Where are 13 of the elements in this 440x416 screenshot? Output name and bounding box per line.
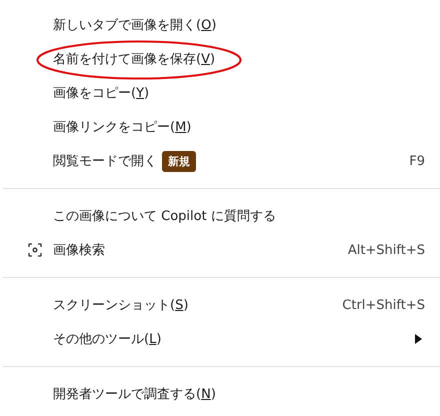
menu-item[interactable]: その他のツール(L): [53, 330, 162, 348]
menu-item[interactable]: スクリーンショット(S): [53, 296, 188, 314]
menu-item[interactable]: この画像について Copilot に質問する: [53, 207, 276, 225]
new-badge: 新規: [162, 150, 196, 172]
shortcut-text: Ctrl+Shift+S: [342, 298, 425, 312]
shortcut-text: Alt+Shift+S: [348, 242, 425, 258]
menu-item[interactable]: 新しいタブで画像を開く(O): [53, 16, 216, 34]
menu-item[interactable]: 開発者ツールで調査する(N): [53, 385, 216, 403]
menu-item[interactable]: 画像検索: [53, 241, 105, 259]
menu-item[interactable]: 画像リンクをコピー(M): [53, 118, 192, 136]
shortcut-text: F9: [409, 154, 425, 168]
menu-item[interactable]: 画像をコピー(Y): [53, 84, 150, 102]
menu-item[interactable]: 閲覧モードで開く: [53, 152, 157, 170]
